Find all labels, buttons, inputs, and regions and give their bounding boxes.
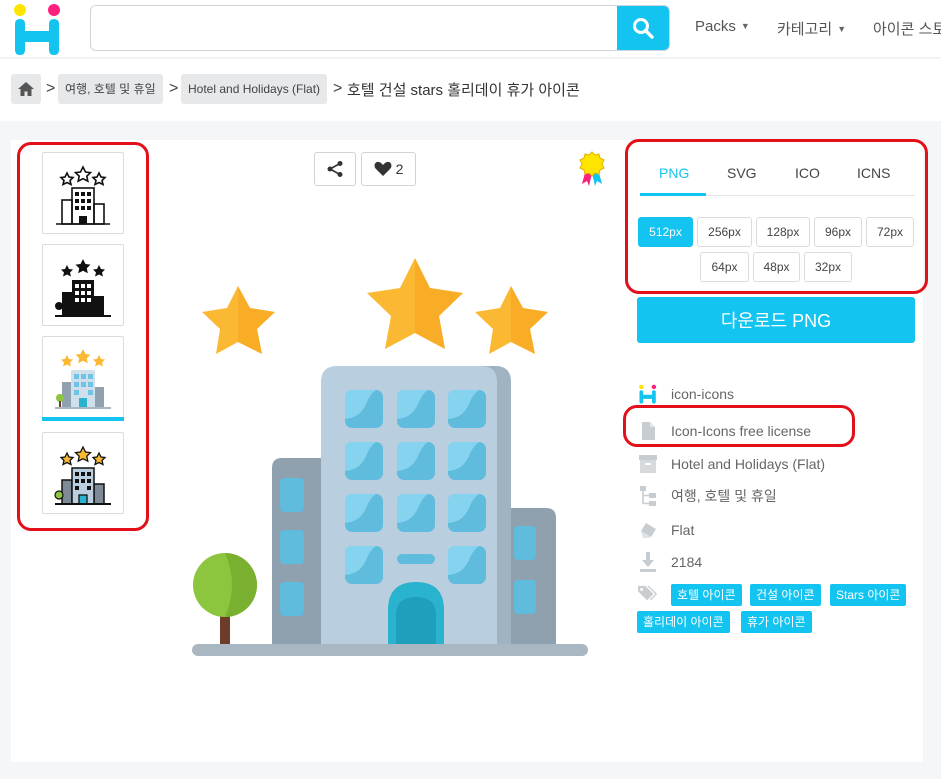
tag-stars[interactable]: Stars 아이콘 — [830, 584, 907, 606]
chevron-down-icon: ▼ — [837, 24, 847, 34]
document-icon — [638, 421, 658, 441]
info-style: Flat — [638, 518, 694, 542]
tag-holiday[interactable]: 홀리데이 아이콘 — [637, 611, 730, 633]
premium-badge-icon — [579, 151, 605, 186]
thumbnail-outline[interactable] — [42, 152, 124, 234]
breadcrumb-pack[interactable]: Hotel and Holidays (Flat) — [181, 74, 328, 104]
hotel-flat-icon — [55, 349, 111, 409]
sitemap-icon — [638, 486, 658, 506]
tag-construction[interactable]: 건설 아이콘 — [750, 584, 821, 606]
search-box — [90, 5, 670, 51]
search-icon — [633, 18, 654, 39]
thumbnail-lineal-color[interactable] — [42, 432, 124, 514]
info-downloads: 2184 — [638, 550, 702, 574]
tag-vacation[interactable]: 휴가 아이콘 — [741, 611, 812, 633]
search-button[interactable] — [617, 6, 669, 50]
size-72[interactable]: 72px — [866, 217, 914, 247]
author-link[interactable]: icon-icons — [671, 386, 734, 402]
hotel-solid-icon — [55, 259, 111, 317]
tab-icns[interactable]: ICNS — [857, 165, 890, 181]
like-button[interactable]: 2 — [361, 152, 416, 186]
style-link[interactable]: Flat — [671, 522, 694, 538]
share-icon — [327, 161, 343, 177]
license-link[interactable]: Icon-Icons free license — [671, 423, 811, 439]
home-icon — [18, 82, 34, 96]
info-license: Icon-Icons free license — [638, 419, 811, 443]
tags-icon — [638, 584, 658, 604]
search-input[interactable] — [91, 6, 619, 50]
info-author: icon-icons — [638, 382, 734, 406]
size-256[interactable]: 256px — [697, 217, 752, 247]
size-96[interactable]: 96px — [814, 217, 862, 247]
nav-icon-store-label: 아이콘 스토 — [873, 21, 941, 38]
nav-categories-label: 카테고리 — [777, 21, 833, 38]
size-128[interactable]: 128px — [756, 217, 810, 247]
thumbnail-active-indicator — [42, 417, 124, 421]
site-logo[interactable] — [12, 2, 64, 56]
size-48[interactable]: 48px — [753, 252, 800, 282]
breadcrumb-home[interactable] — [11, 74, 41, 104]
tab-active-underline — [640, 193, 706, 196]
info-tags — [638, 582, 671, 606]
nav-categories[interactable]: 카테고리 ▼ — [777, 18, 846, 39]
thumbnail-solid[interactable] — [42, 244, 124, 326]
hotel-lineal-color-icon — [54, 445, 111, 505]
share-button[interactable] — [314, 152, 356, 186]
like-count: 2 — [395, 161, 404, 177]
size-64[interactable]: 64px — [700, 252, 749, 282]
chevron-down-icon: ▼ — [740, 21, 750, 31]
size-512[interactable]: 512px — [638, 217, 693, 247]
download-count: 2184 — [671, 554, 703, 570]
breadcrumb-separator: > — [169, 80, 179, 97]
breadcrumb-separator: > — [46, 80, 56, 97]
download-icon — [638, 552, 658, 572]
tab-png[interactable]: PNG — [659, 165, 689, 181]
pack-link[interactable]: Hotel and Holidays (Flat) — [671, 456, 825, 472]
size-32[interactable]: 32px — [804, 252, 852, 282]
box-icon — [638, 454, 658, 474]
category-link[interactable]: 여행, 호텔 및 휴일 — [671, 486, 777, 506]
eraser-icon — [638, 520, 658, 540]
tag-hotel[interactable]: 호텔 아이콘 — [671, 584, 742, 606]
breadcrumb-category[interactable]: 여행, 호텔 및 휴일 — [58, 74, 163, 104]
author-logo-icon — [638, 384, 658, 404]
nav-packs-label: Packs — [695, 18, 736, 35]
thumbnail-flat[interactable] — [42, 336, 124, 418]
hotel-flat-preview-icon — [192, 258, 588, 656]
download-button[interactable]: 다운로드 PNG — [637, 297, 915, 343]
info-category: 여행, 호텔 및 휴일 — [638, 484, 777, 508]
breadcrumb-current: 호텔 건설 stars 홀리데이 휴가 아이콘 — [347, 82, 580, 99]
heart-icon — [374, 161, 392, 176]
tab-ico[interactable]: ICO — [795, 165, 820, 181]
nav-packs[interactable]: Packs ▼ — [695, 18, 750, 35]
hotel-outline-icon — [56, 165, 110, 225]
info-pack: Hotel and Holidays (Flat) — [638, 452, 825, 476]
tab-svg[interactable]: SVG — [727, 165, 757, 181]
breadcrumb-separator: > — [333, 80, 343, 97]
nav-icon-store[interactable]: 아이콘 스토 — [873, 18, 941, 39]
